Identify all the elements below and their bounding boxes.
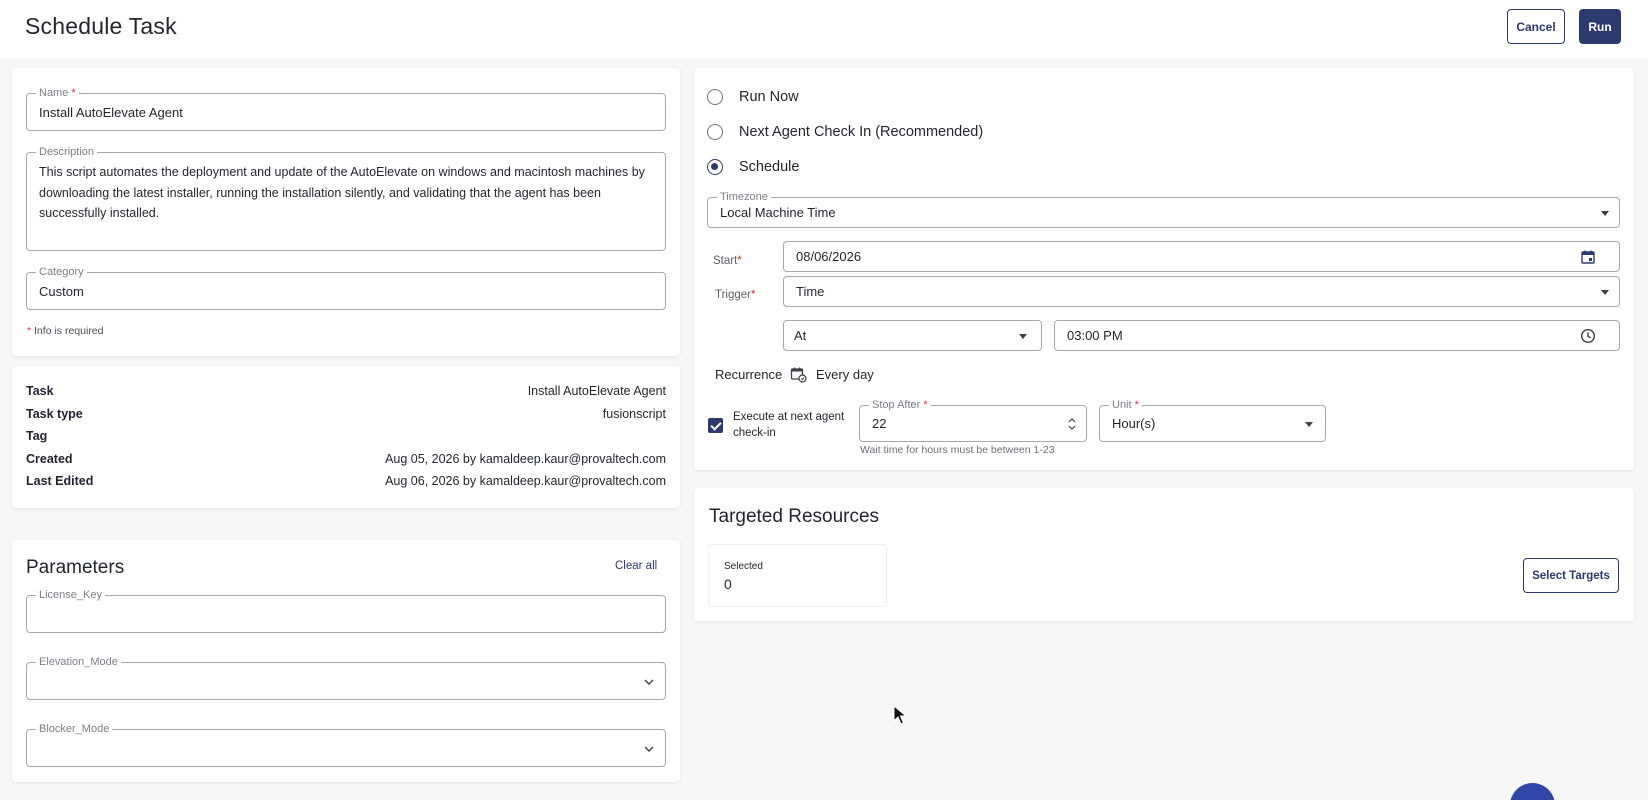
- task-type-value: fusionscript: [602, 407, 666, 421]
- execute-next-checkin-checkbox[interactable]: [708, 418, 723, 433]
- parameters-card: Parameters Clear all License_Key Elevati…: [12, 540, 680, 782]
- radio-run-now[interactable]: Run Now: [707, 89, 799, 105]
- radio-button[interactable]: [707, 89, 723, 105]
- name-label: Name *: [36, 86, 79, 100]
- stop-after-stepper[interactable]: Stop After * 22: [859, 398, 1087, 442]
- description-field[interactable]: Description This script automates the de…: [26, 145, 666, 251]
- chevron-down-icon: [644, 679, 654, 685]
- clear-all-button[interactable]: Clear all: [615, 560, 657, 572]
- category-field[interactable]: Category Custom: [26, 265, 666, 310]
- license-key-label: License_Key: [36, 588, 105, 602]
- created-value: Aug 05, 2026 by kamaldeep.kaur@provaltec…: [385, 452, 666, 466]
- unit-label: Unit *: [1109, 398, 1142, 412]
- task-type-key: Task type: [26, 407, 83, 421]
- page-title: Schedule Task: [25, 13, 177, 39]
- details-card: Name * Install AutoElevate Agent Descrip…: [12, 68, 680, 356]
- license-key-field[interactable]: License_Key: [26, 588, 666, 633]
- cancel-button[interactable]: Cancel: [1507, 9, 1565, 44]
- last-edited-value: Aug 06, 2026 by kamaldeep.kaur@provaltec…: [385, 474, 666, 488]
- elevation-mode-label: Elevation_Mode: [36, 655, 121, 669]
- timezone-select[interactable]: Timezone Local Machine Time: [707, 190, 1620, 228]
- start-label: Start*: [713, 255, 742, 267]
- at-select[interactable]: At: [783, 320, 1042, 351]
- stop-after-value: 22: [872, 416, 887, 431]
- tag-key: Tag: [26, 429, 48, 443]
- description-value: This script automates the deployment and…: [39, 165, 645, 220]
- unit-select[interactable]: Unit * Hour(s): [1099, 398, 1326, 442]
- recurrence-value: Every day: [816, 367, 874, 382]
- parameters-title: Parameters: [26, 557, 125, 578]
- next-agent-check-in-label: Next Agent Check In (Recommended): [739, 124, 984, 140]
- start-date-input[interactable]: 08/06/2026: [783, 241, 1620, 272]
- task-info-list: Task Install AutoElevate Agent Task type…: [12, 366, 666, 508]
- targeted-resources-title: Targeted Resources: [709, 506, 880, 527]
- blocker-mode-label: Blocker_Mode: [36, 722, 113, 736]
- category-label: Category: [36, 265, 87, 279]
- trigger-value: Time: [796, 284, 825, 299]
- time-input[interactable]: 03:00 PM: [1054, 320, 1620, 351]
- timezone-label: Timezone: [717, 190, 771, 204]
- stepper-arrows-icon[interactable]: [1067, 417, 1077, 431]
- selected-label: Selected: [724, 561, 763, 572]
- description-label: Description: [36, 145, 98, 159]
- selected-count-box: Selected 0: [708, 544, 887, 607]
- caret-down-icon: [1601, 211, 1609, 216]
- stop-after-label: Stop After *: [869, 398, 931, 412]
- last-edited-key: Last Edited: [26, 474, 94, 488]
- radio-next-agent-check-in[interactable]: Next Agent Check In (Recommended): [707, 124, 983, 140]
- mouse-cursor-icon: [893, 705, 907, 725]
- time-value: 03:00 PM: [1067, 328, 1123, 343]
- at-value: At: [794, 328, 807, 343]
- recurrence-label: Recurrence: [715, 367, 783, 382]
- task-key: Task: [26, 384, 54, 398]
- task-value: Install AutoElevate Agent: [527, 384, 666, 398]
- run-now-label: Run Now: [739, 89, 799, 105]
- schedule-label: Schedule: [739, 159, 800, 175]
- category-value: Custom: [39, 284, 84, 299]
- run-button[interactable]: Run: [1579, 9, 1621, 44]
- start-date-value: 08/06/2026: [796, 249, 862, 264]
- stop-after-helper-text: Wait time for hours must be between 1-23: [860, 444, 1055, 456]
- caret-down-icon: [1601, 290, 1609, 295]
- blocker-mode-select[interactable]: Blocker_Mode: [26, 722, 666, 767]
- page-header: Schedule Task Cancel Run: [0, 0, 1648, 58]
- required-note: * Info is required: [27, 325, 104, 337]
- trigger-label: Trigger*: [715, 289, 756, 301]
- radio-schedule[interactable]: Schedule: [707, 159, 799, 175]
- chevron-down-icon: [644, 746, 654, 752]
- created-key: Created: [26, 452, 73, 466]
- name-value: Install AutoElevate Agent: [39, 105, 183, 120]
- floating-action-button[interactable]: [1510, 783, 1555, 800]
- radio-button-selected[interactable]: [707, 159, 723, 175]
- execute-next-checkin-label: Execute at next agent check-in: [733, 411, 845, 439]
- selected-count: 0: [724, 576, 732, 592]
- calendar-icon[interactable]: [1580, 249, 1596, 265]
- timezone-value: Local Machine Time: [720, 205, 836, 220]
- caret-down-icon: [1305, 422, 1313, 427]
- clock-icon[interactable]: [1580, 328, 1596, 344]
- elevation-mode-select[interactable]: Elevation_Mode: [26, 655, 666, 700]
- radio-button[interactable]: [707, 124, 723, 140]
- select-targets-button[interactable]: Select Targets: [1523, 558, 1619, 593]
- caret-down-icon: [1019, 334, 1027, 339]
- unit-value: Hour(s): [1112, 416, 1156, 431]
- calendar-repeat-icon[interactable]: [790, 366, 807, 383]
- task-info-card: Task Install AutoElevate Agent Task type…: [12, 366, 680, 508]
- trigger-select[interactable]: Time: [783, 276, 1620, 307]
- name-field[interactable]: Name * Install AutoElevate Agent: [26, 86, 666, 131]
